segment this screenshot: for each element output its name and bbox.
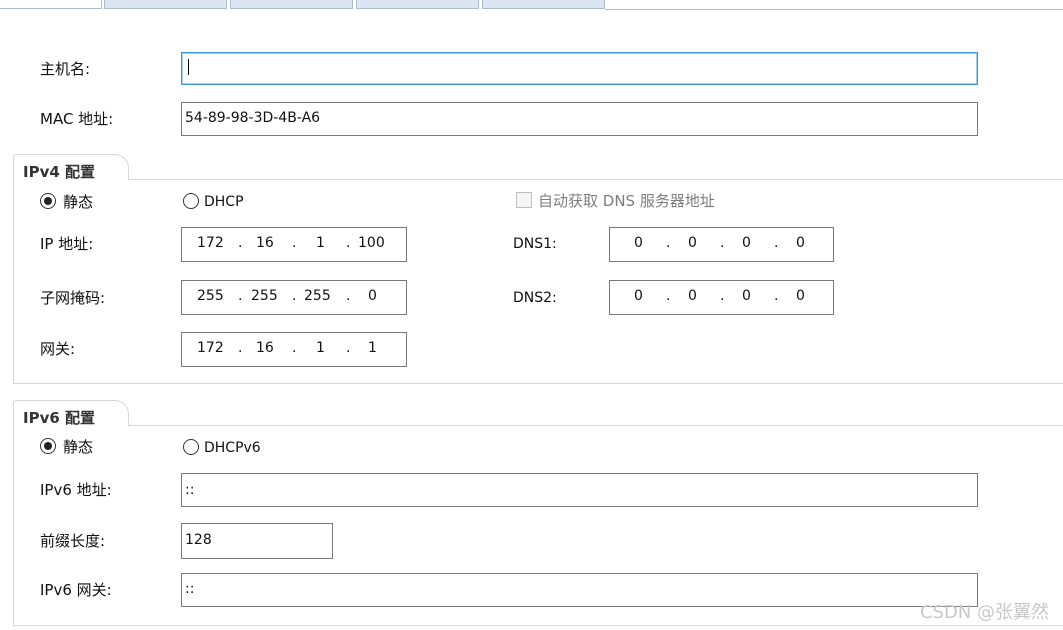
ipv4-static-label: 静态 (63, 193, 94, 211)
ipv6-address-label: IPv6 地址: (40, 481, 112, 499)
tab-2[interactable] (104, 0, 227, 9)
tab-4[interactable] (356, 0, 479, 9)
mac-address-field[interactable]: 54-89-98-3D-4B-A6 (181, 102, 978, 136)
ip-address-label: IP 地址: (40, 235, 94, 253)
tab-strip-border (605, 9, 1063, 10)
tab-5[interactable] (482, 0, 605, 9)
gateway-label: 网关: (40, 340, 76, 358)
dns2-label: DNS2: (513, 290, 557, 306)
ipv4-group-title: IPv4 配置 (23, 163, 96, 181)
ipv4-static-radio[interactable] (40, 193, 56, 209)
dns2-field[interactable]: 0 . 0 . 0 . 0 (609, 280, 834, 315)
ipv4-dhcp-radio[interactable] (183, 193, 199, 209)
ipv6-dhcpv6-radio[interactable] (183, 439, 199, 455)
host-name-input[interactable] (181, 52, 978, 85)
watermark: CSDN @张翼然 (919, 602, 1049, 623)
subnet-mask-label: 子网掩码: (40, 289, 106, 307)
prefix-length-label: 前缀长度: (40, 532, 106, 550)
subnet-mask-field[interactable]: 255 . 255 . 255 . 0 (181, 280, 407, 315)
tab-3[interactable] (230, 0, 353, 9)
host-name-label: 主机名: (40, 60, 91, 78)
ip-address-field[interactable]: 172 . 16 . 1 . 100 (181, 227, 407, 262)
ipv6-static-label: 静态 (63, 438, 94, 456)
dns1-label: DNS1: (513, 236, 557, 252)
ipv6-group-title: IPv6 配置 (23, 409, 96, 427)
auto-dns-label: 自动获取 DNS 服务器地址 (538, 192, 715, 210)
ipv6-group-top-border (128, 425, 1063, 426)
tab-1[interactable] (0, 0, 102, 9)
ipv4-dhcp-label: DHCP (204, 194, 244, 210)
ipv6-gateway-label: IPv6 网关: (40, 581, 112, 599)
dns1-field[interactable]: 0 . 0 . 0 . 0 (609, 227, 834, 262)
ipv6-dhcpv6-label: DHCPv6 (204, 440, 261, 456)
ipv4-config-group (13, 180, 1063, 384)
gateway-field[interactable]: 172 . 16 . 1 . 1 (181, 332, 407, 367)
ipv6-static-radio[interactable] (40, 438, 56, 454)
prefix-length-field[interactable]: 128 (181, 523, 333, 559)
text-caret (188, 59, 189, 75)
mac-address-label: MAC 地址: (40, 110, 114, 128)
ipv6-gateway-field[interactable]: :: (181, 573, 978, 607)
ipv4-group-top-border (128, 179, 1063, 180)
auto-dns-checkbox[interactable] (516, 192, 532, 208)
ipv6-address-field[interactable]: :: (181, 473, 978, 507)
